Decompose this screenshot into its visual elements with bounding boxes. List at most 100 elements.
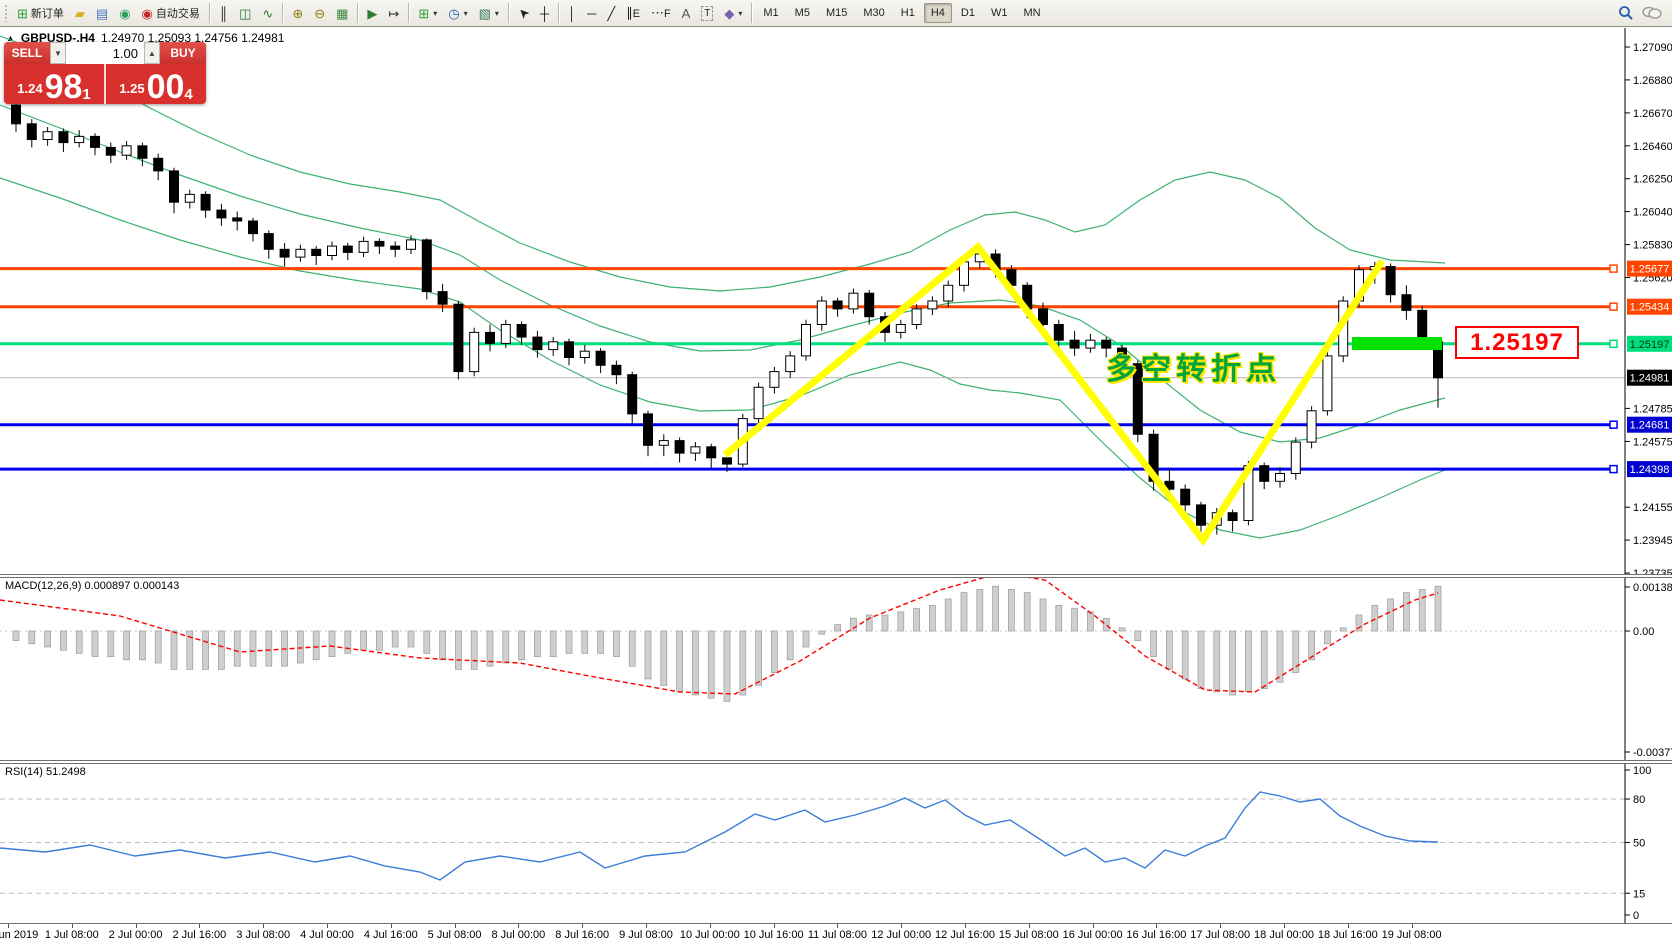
date-tick [263, 924, 264, 928]
cursor-tool-button[interactable]: ➤ [513, 2, 534, 24]
date-label: 2 Jul 00:00 [109, 929, 163, 941]
equidistant-channel-tool-button[interactable]: ∥E [621, 2, 645, 24]
timeframe-m1-button[interactable]: M1 [756, 3, 785, 23]
eraser-icon: ▰ [75, 7, 85, 20]
tile-windows-button[interactable]: ▦ [331, 2, 353, 24]
periods-button[interactable]: ◷▾ [443, 2, 472, 24]
chat-icon[interactable] [1642, 5, 1662, 21]
axis-label-1.25677: 1.25677 [1630, 264, 1670, 276]
timeframe-m15-button[interactable]: M15 [819, 3, 854, 23]
bollinger-middle-band [0, 105, 1445, 442]
auto-trading-button[interactable]: ◉ 自动交易 [137, 2, 205, 24]
green-highlight-box[interactable] [1352, 337, 1442, 350]
toolbar-separator [282, 3, 283, 23]
line-handle-1.25197[interactable] [1610, 340, 1617, 347]
crosshair-tool-button[interactable]: ┼ [535, 2, 554, 24]
date-label: 5 Jul 08:00 [428, 929, 482, 941]
axis-label-1.24981: 1.24981 [1630, 373, 1670, 385]
horizontal-line-tool-button[interactable]: ─ [582, 2, 601, 24]
text-label-tool-button[interactable]: T [696, 2, 718, 24]
timeframe-h1-button[interactable]: H1 [894, 3, 922, 23]
trade-panel-prices: 1.24 98 1 1.25 00 4 [4, 64, 206, 104]
new-order-label: 新订单 [31, 5, 64, 21]
line-chart-mode-button[interactable]: ∿ [257, 2, 278, 24]
chart-shift-button[interactable]: ↦ [383, 2, 404, 24]
timeframe-mn-button[interactable]: MN [1016, 3, 1047, 23]
line-handle-1.24398[interactable] [1610, 466, 1617, 473]
chart-annotation-text[interactable]: 多空转折点 [1106, 344, 1281, 388]
rsi-label: RSI(14) 51.2498 [5, 766, 86, 778]
shapes-tool-button[interactable]: ◆▾ [719, 2, 747, 24]
signals-button[interactable]: ◉ [114, 2, 135, 24]
price-tick-label: 1.24155 [1633, 502, 1672, 514]
date-tick [199, 924, 200, 928]
macd-axis-label: 0.00 [1633, 626, 1654, 638]
toolbar-grip[interactable] [4, 4, 9, 22]
pane-divider[interactable] [0, 574, 1672, 575]
new-order-button[interactable]: ⊞ 新订单 [12, 2, 69, 24]
rsi-pane[interactable]: 1008050150 [0, 764, 1672, 923]
timeframe-m5-button[interactable]: M5 [788, 3, 817, 23]
volume-input[interactable] [66, 42, 144, 64]
price-tick-label: 1.26670 [1633, 108, 1672, 120]
macd-pane[interactable]: 0.0013810.00-0.003771 [0, 578, 1672, 760]
timeframe-m30-button[interactable]: M30 [856, 3, 891, 23]
candle-chart-mode-button[interactable]: ◫ [234, 2, 256, 24]
sell-price[interactable]: 1.24 98 1 [4, 64, 106, 104]
bar-chart-mode-button[interactable]: ║ [214, 2, 233, 24]
pane-divider[interactable] [0, 760, 1672, 761]
zoom-in-button[interactable]: ⊕ [287, 2, 308, 24]
date-tick [518, 924, 519, 928]
buy-button[interactable]: BUY [160, 42, 206, 64]
yellow-zigzag-trendline[interactable] [725, 247, 1382, 540]
sell-button[interactable]: SELL [4, 42, 50, 64]
clock-icon: ◷ [448, 7, 459, 20]
shapes-icon: ◆ [724, 7, 734, 20]
price-tick-label: 1.25830 [1633, 240, 1672, 252]
chevron-down-icon: ▾ [433, 9, 437, 18]
date-axis[interactable]: 28 Jun 20191 Jul 08:002 Jul 00:002 Jul 1… [0, 924, 1672, 944]
toolbar-separator [408, 3, 409, 23]
line-handle-1.25677[interactable] [1610, 265, 1617, 272]
date-label: 4 Jul 00:00 [300, 929, 354, 941]
price-tag[interactable]: 1.25197 [1455, 326, 1579, 359]
toolbar: ⊞ 新订单 ▰ ▤ ◉ ◉ 自动交易 ║ ◫ ∿ ⊕ ⊖ ▦ ▶ ↦ ⊞▾ ◷▾ [0, 0, 1672, 27]
date-label: 8 Jul 00:00 [491, 929, 545, 941]
date-label: 9 Jul 08:00 [619, 929, 673, 941]
search-icon[interactable] [1618, 5, 1634, 21]
buy-price[interactable]: 1.25 00 4 [106, 64, 206, 104]
volume-decrease-button[interactable]: ▼ [50, 42, 66, 64]
text-tool-button[interactable]: A [677, 2, 696, 24]
trade-panel-top-row: SELL ▼ ▲ BUY [4, 42, 206, 64]
date-tick [1093, 924, 1094, 928]
timeframe-h4-button[interactable]: H4 [924, 3, 952, 23]
zoom-out-button[interactable]: ⊖ [309, 2, 330, 24]
indicators-button[interactable]: ⊞▾ [413, 2, 442, 24]
toolbar-separator [508, 3, 509, 23]
navigator-button[interactable]: ▤ [91, 2, 113, 24]
date-label: 16 Jul 16:00 [1126, 929, 1186, 941]
toolbar-separator [209, 3, 210, 23]
date-label: 2 Jul 16:00 [172, 929, 226, 941]
eraser-button[interactable]: ▰ [70, 2, 90, 24]
date-label: 11 Jul 08:00 [808, 929, 867, 941]
date-tick [1029, 924, 1030, 928]
tile-windows-icon: ▦ [336, 7, 348, 20]
templates-button[interactable]: ▧▾ [474, 2, 504, 24]
trendline-icon: ╱ [607, 7, 615, 20]
date-label: 10 Jul 16:00 [744, 929, 804, 941]
main-price-chart[interactable]: 1.270901.268801.266701.264601.262501.260… [0, 28, 1672, 574]
auto-scroll-button[interactable]: ▶ [362, 2, 382, 24]
date-tick [774, 924, 775, 928]
trendline-tool-button[interactable]: ╱ [602, 2, 620, 24]
toolbar-right [1618, 5, 1670, 21]
volume-increase-button[interactable]: ▲ [144, 42, 160, 64]
timeframe-w1-button[interactable]: W1 [984, 3, 1015, 23]
vertical-line-tool-button[interactable]: │ [563, 2, 581, 24]
channel-icon: ∥E [626, 6, 640, 21]
line-handle-1.25434[interactable] [1610, 303, 1617, 310]
timeframe-d1-button[interactable]: D1 [954, 3, 982, 23]
line-handle-1.24681[interactable] [1610, 421, 1617, 428]
fibonacci-tool-button[interactable]: ⋯F [646, 2, 676, 24]
date-label: 12 Jul 00:00 [871, 929, 931, 941]
